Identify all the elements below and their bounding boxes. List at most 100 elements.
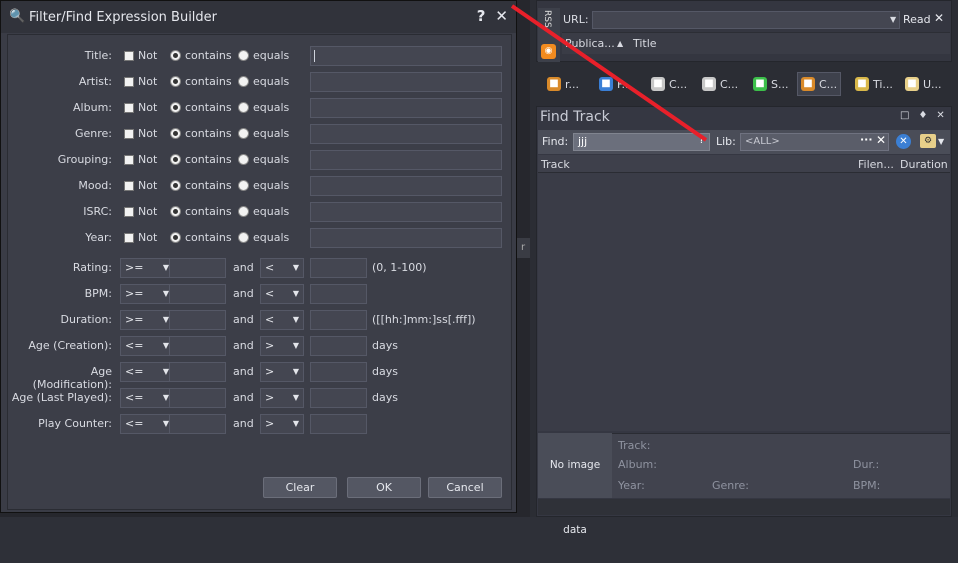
equals-radio[interactable] — [238, 50, 249, 61]
restore-icon[interactable]: □ — [900, 110, 909, 121]
not-checkbox[interactable] — [124, 103, 134, 113]
not-checkbox[interactable] — [124, 51, 134, 61]
filter-text-input[interactable] — [310, 72, 502, 92]
operator-dropdown[interactable]: >= ▼ — [120, 258, 174, 278]
dialog-titlebar[interactable]: 🔍 Filter/Find Expression Builder ? ✕ — [1, 1, 516, 33]
home-settings-icon: ■ — [801, 77, 815, 91]
url-dropdown-icon[interactable]: ▼ — [890, 15, 896, 24]
and-label: and — [233, 417, 254, 430]
tab-hourglass[interactable]: ■ Ti... — [852, 72, 896, 96]
tab-note[interactable]: ■ U... — [902, 72, 945, 96]
url-input[interactable] — [592, 11, 900, 29]
range-max-input[interactable] — [310, 258, 367, 278]
operator-dropdown[interactable]: >= ▼ — [120, 310, 174, 330]
operator-dropdown[interactable]: > ▼ — [260, 336, 304, 356]
contains-radio[interactable] — [170, 102, 181, 113]
panel-close-icon[interactable]: ✕ — [936, 110, 944, 121]
filter-text-input[interactable] — [310, 124, 502, 144]
ok-button[interactable]: OK — [347, 477, 421, 498]
read-button[interactable]: Read — [903, 13, 931, 26]
operator-dropdown[interactable]: > ▼ — [260, 362, 304, 382]
equals-radio[interactable] — [238, 128, 249, 139]
range-hint: days — [372, 365, 398, 378]
not-checkbox[interactable] — [124, 155, 134, 165]
operator-dropdown[interactable]: <= ▼ — [120, 362, 174, 382]
equals-radio[interactable] — [238, 180, 249, 191]
find-input[interactable]: jjj — [573, 133, 710, 151]
tab-home-settings[interactable]: ■ C... — [797, 72, 842, 96]
tab-home[interactable]: ■ r... — [544, 72, 582, 96]
operator-dropdown[interactable]: >= ▼ — [120, 284, 174, 304]
filter-text-input[interactable] — [310, 202, 502, 222]
contains-radio[interactable] — [170, 206, 181, 217]
filter-text-input[interactable] — [310, 98, 502, 118]
filter-text-input[interactable] — [310, 176, 502, 196]
contains-radio[interactable] — [170, 154, 181, 165]
contains-radio[interactable] — [170, 50, 181, 61]
range-min-input[interactable] — [169, 284, 226, 304]
operator-dropdown[interactable]: <= ▼ — [120, 414, 174, 434]
clear-search-icon[interactable]: ✕ — [896, 134, 911, 149]
range-max-input[interactable] — [310, 362, 367, 382]
operator-dropdown[interactable]: > ▼ — [260, 388, 304, 408]
not-checkbox[interactable] — [124, 233, 134, 243]
equals-radio[interactable] — [238, 154, 249, 165]
not-checkbox[interactable] — [124, 181, 134, 191]
operator-dropdown[interactable]: > ▼ — [260, 414, 304, 434]
column-track[interactable]: Track — [541, 158, 570, 171]
filter-text-input[interactable] — [310, 228, 502, 248]
range-min-input[interactable] — [169, 258, 226, 278]
operator-dropdown[interactable]: <= ▼ — [120, 388, 174, 408]
track-grid[interactable] — [538, 173, 950, 431]
range-max-input[interactable] — [310, 336, 367, 356]
tab-globe[interactable]: ■ F... — [596, 72, 635, 96]
contains-radio[interactable] — [170, 76, 181, 87]
range-label: Age (Creation): — [28, 339, 112, 352]
range-min-input[interactable] — [169, 362, 226, 382]
clear-button[interactable]: Clear — [263, 477, 337, 498]
column-duration[interactable]: Duration — [900, 158, 948, 171]
rss-close-button[interactable]: ✕ — [934, 11, 944, 25]
range-max-input[interactable] — [310, 284, 367, 304]
lib-browse-button[interactable]: ··· — [860, 133, 873, 146]
rss-tab[interactable]: RSS ◉ — [538, 8, 560, 62]
find-help-button[interactable]: ? — [699, 135, 704, 146]
equals-radio[interactable] — [238, 76, 249, 87]
contains-radio[interactable] — [170, 180, 181, 191]
operator-dropdown[interactable]: < ▼ — [260, 310, 304, 330]
equals-radio[interactable] — [238, 102, 249, 113]
contains-radio[interactable] — [170, 128, 181, 139]
range-max-input[interactable] — [310, 310, 367, 330]
options-icon[interactable]: ⚙ — [920, 134, 936, 148]
operator-dropdown[interactable]: < ▼ — [260, 284, 304, 304]
close-button[interactable]: ✕ — [495, 7, 508, 25]
filter-text-input[interactable] — [310, 46, 502, 66]
operator-dropdown[interactable]: <= ▼ — [120, 336, 174, 356]
options-dropdown-icon[interactable]: ▼ — [938, 137, 944, 146]
tab-signal[interactable]: ■ S... — [750, 72, 791, 96]
filter-text-input[interactable] — [310, 150, 502, 170]
column-filename[interactable]: Filen... — [858, 158, 894, 171]
pin-icon[interactable]: ♦ — [918, 110, 927, 121]
range-min-input[interactable] — [169, 388, 226, 408]
column-published[interactable]: Publica... — [565, 37, 615, 50]
operator-dropdown[interactable]: < ▼ — [260, 258, 304, 278]
range-max-input[interactable] — [310, 388, 367, 408]
range-min-input[interactable] — [169, 414, 226, 434]
help-button[interactable]: ? — [477, 7, 486, 25]
range-min-input[interactable] — [169, 336, 226, 356]
not-checkbox[interactable] — [124, 129, 134, 139]
side-chip[interactable]: r — [516, 238, 530, 258]
column-title[interactable]: Title — [633, 37, 657, 50]
contains-radio[interactable] — [170, 232, 181, 243]
lib-clear-button[interactable]: ✕ — [876, 133, 886, 147]
cancel-button[interactable]: Cancel — [428, 477, 502, 498]
not-checkbox[interactable] — [124, 207, 134, 217]
not-checkbox[interactable] — [124, 77, 134, 87]
range-min-input[interactable] — [169, 310, 226, 330]
range-max-input[interactable] — [310, 414, 367, 434]
tab-card[interactable]: ■ C... — [648, 72, 690, 96]
tab-card-add[interactable]: ■ C... — [699, 72, 741, 96]
equals-radio[interactable] — [238, 232, 249, 243]
equals-radio[interactable] — [238, 206, 249, 217]
